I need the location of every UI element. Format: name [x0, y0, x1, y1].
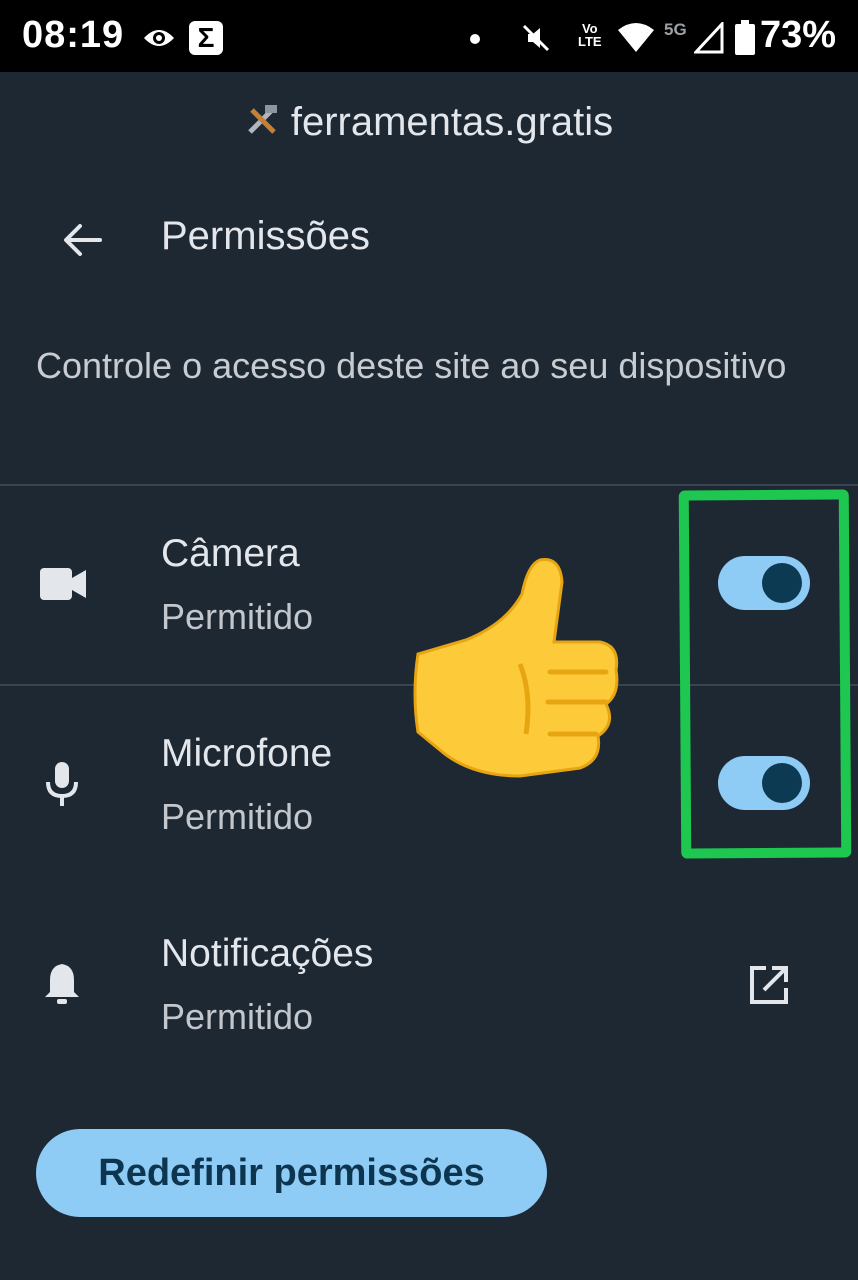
- highlight-annotation: [678, 489, 852, 859]
- permission-status: Permitido: [161, 796, 314, 837]
- network-type: 5G: [664, 20, 687, 39]
- wifi-icon: [618, 23, 654, 52]
- status-bar: 08:19 Σ Vo LTE 5G 73%: [0, 0, 858, 72]
- back-arrow-icon[interactable]: [60, 220, 104, 260]
- tools-icon: [245, 102, 279, 147]
- bell-icon: [45, 964, 79, 1004]
- sigma-app-icon: Σ: [189, 21, 223, 55]
- microphone-icon: [46, 762, 78, 806]
- page-title: Permissões: [161, 214, 370, 258]
- open-external-icon[interactable]: [748, 964, 790, 1006]
- eye-icon: [144, 30, 174, 46]
- permission-name: Microfone: [161, 732, 333, 775]
- thumbs-up-emoji: [413, 557, 619, 778]
- battery-icon: [735, 20, 755, 55]
- battery-percent: 73%: [759, 14, 836, 56]
- permission-status: Permitido: [161, 596, 314, 637]
- site-name: ferramentas.gratis: [290, 100, 614, 144]
- page-description: Controle o acesso deste site ao seu disp…: [36, 345, 787, 386]
- volte-icon: Vo LTE: [578, 21, 602, 49]
- status-time: 08:19: [22, 14, 125, 56]
- site-header: ferramentas.gratis: [0, 100, 858, 147]
- reset-permissions-button[interactable]: Redefinir permissões: [36, 1129, 547, 1217]
- notification-dot-icon: [470, 34, 480, 44]
- camera-icon: [40, 568, 86, 600]
- permission-row-notifications[interactable]: Notificações Permitido: [0, 886, 858, 1084]
- permission-status: Permitido: [161, 996, 314, 1037]
- mute-vibrate-icon: [522, 24, 550, 52]
- permission-name: Câmera: [161, 532, 300, 575]
- signal-icon: [694, 22, 724, 54]
- permission-name: Notificações: [161, 932, 374, 975]
